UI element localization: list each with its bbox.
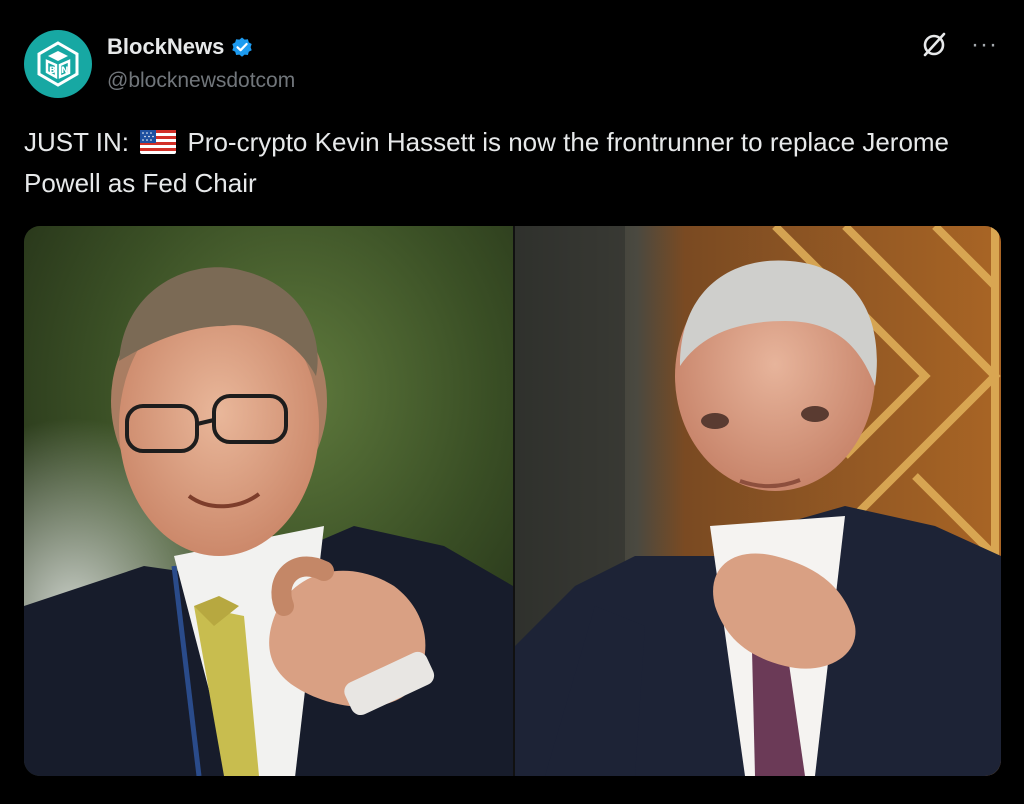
author-handle[interactable]: @blocknewsdotcom	[107, 69, 295, 93]
author-name-row: BlockNews	[107, 34, 254, 60]
post-text: JUST IN: Pro-crypto Kevin Hassett is now…	[24, 122, 999, 204]
photo-hassett-image	[24, 226, 513, 776]
post-avatar[interactable]: B N	[24, 30, 92, 98]
svg-text:N: N	[61, 66, 69, 76]
svg-text:B: B	[49, 66, 56, 76]
grok-icon[interactable]	[919, 30, 949, 60]
post-text-prefix: JUST IN:	[24, 127, 129, 157]
author-display-name[interactable]: BlockNews	[107, 34, 224, 60]
photo-hassett[interactable]	[24, 226, 513, 776]
post-top-actions: ···	[919, 30, 998, 60]
more-icon[interactable]: ···	[971, 30, 998, 60]
blocknews-logo-icon: B N	[37, 41, 79, 87]
verified-badge-icon[interactable]	[230, 35, 254, 59]
us-flag-icon	[140, 130, 177, 154]
photo-powell-image	[515, 226, 1001, 776]
post-media[interactable]	[24, 226, 1001, 776]
photo-powell[interactable]	[515, 226, 1001, 776]
